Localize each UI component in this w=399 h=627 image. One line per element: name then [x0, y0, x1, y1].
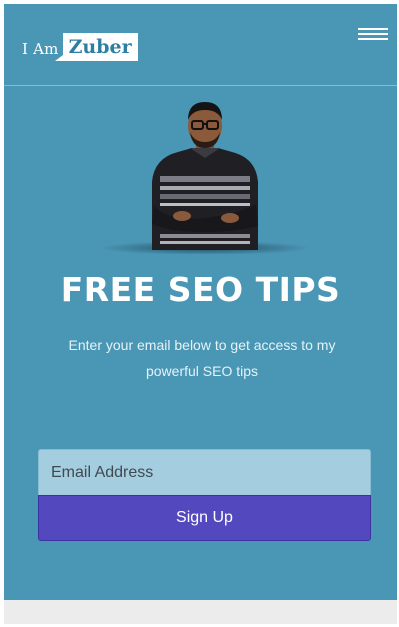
logo-name: Zuber [54, 33, 138, 61]
author-portrait [100, 102, 310, 254]
hero-section: I Am Zuber FREE SEO TIPS Enter your emai… [4, 4, 397, 600]
menu-line [358, 38, 388, 40]
hamburger-menu-icon[interactable] [358, 26, 390, 44]
email-field[interactable] [38, 449, 371, 495]
site-header: I Am Zuber [4, 4, 397, 86]
logo-prefix: I Am [22, 39, 59, 58]
page-frame: I Am Zuber FREE SEO TIPS Enter your emai… [0, 0, 399, 627]
sign-up-button[interactable]: Sign Up [38, 495, 371, 541]
site-logo[interactable]: I Am Zuber [22, 32, 138, 62]
footer-strip [4, 600, 397, 624]
menu-line [358, 33, 388, 35]
subtext: Enter your email below to get access to … [68, 337, 336, 379]
headline: FREE SEO TIPS [60, 270, 341, 309]
menu-line [358, 28, 388, 30]
